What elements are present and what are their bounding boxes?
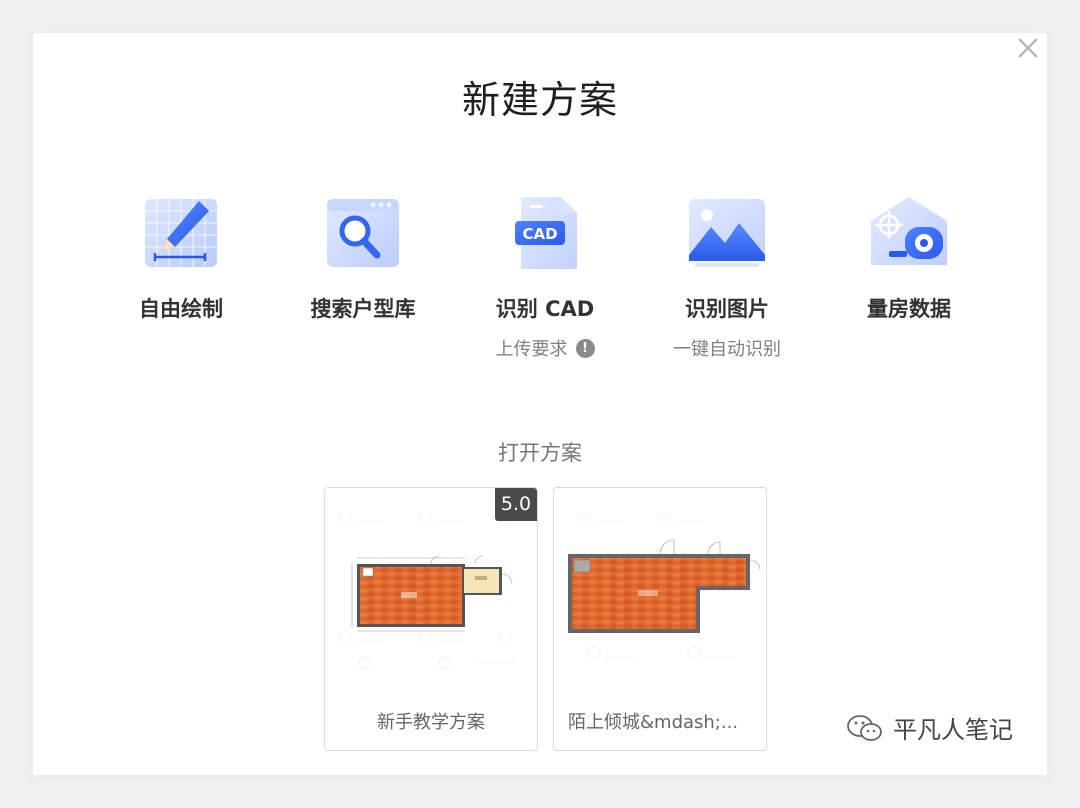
close-button[interactable]	[1015, 35, 1041, 61]
svg-text:CAD: CAD	[522, 225, 557, 243]
measure-tape-icon	[867, 191, 951, 275]
version-badge: 5.0	[495, 488, 537, 521]
option-label: 自由绘制	[139, 297, 223, 321]
plan-card[interactable]: 5.0 新手教学方案	[324, 487, 538, 751]
option-measure-data[interactable]: 量房数据	[819, 191, 999, 323]
option-free-draw[interactable]: 自由绘制	[91, 191, 271, 323]
sub-label: 上传要求	[495, 339, 568, 360]
plan-card[interactable]: 陌上倾城&mdash;...	[553, 487, 767, 751]
image-icon	[685, 191, 769, 275]
plan-name: 新手教学方案	[377, 712, 485, 733]
search-floorplan-icon	[321, 191, 405, 275]
pencil-ruler-icon	[139, 191, 223, 275]
plan-name: 陌上倾城&mdash;...	[568, 712, 739, 733]
option-recognize-image[interactable]: 识别图片 一键自动识别	[637, 191, 817, 361]
watermark-text: 平凡人笔记	[893, 716, 1013, 744]
option-search-library[interactable]: 搜索户型库	[273, 191, 453, 323]
sub-label: 一键自动识别	[637, 335, 817, 361]
wechat-icon	[847, 714, 882, 741]
option-label: 搜索户型库	[310, 297, 416, 321]
open-plan-heading: 打开方案	[498, 441, 582, 465]
option-recognize-cad[interactable]: CAD 识别 CAD 上传要求 !	[455, 191, 635, 361]
option-label: 量房数据	[867, 297, 951, 321]
floor-plan-thumbnail	[554, 488, 766, 693]
new-plan-dialog: 新建方案 自由绘制 搜索户型库 CAD 识别 CAD 上传要求 ! 识别图片 一…	[33, 33, 1047, 775]
info-icon[interactable]: !	[575, 338, 595, 358]
option-label: 识别图片	[685, 297, 769, 321]
sub-text: 一键自动识别	[673, 339, 781, 360]
watermark: 平凡人笔记	[845, 710, 1013, 745]
dialog-title: 新建方案	[461, 78, 618, 122]
upload-requirements-link[interactable]: 上传要求 !	[455, 335, 635, 361]
option-label: 识别 CAD	[495, 297, 595, 321]
cad-file-icon: CAD	[503, 191, 587, 275]
close-icon	[1018, 38, 1038, 58]
